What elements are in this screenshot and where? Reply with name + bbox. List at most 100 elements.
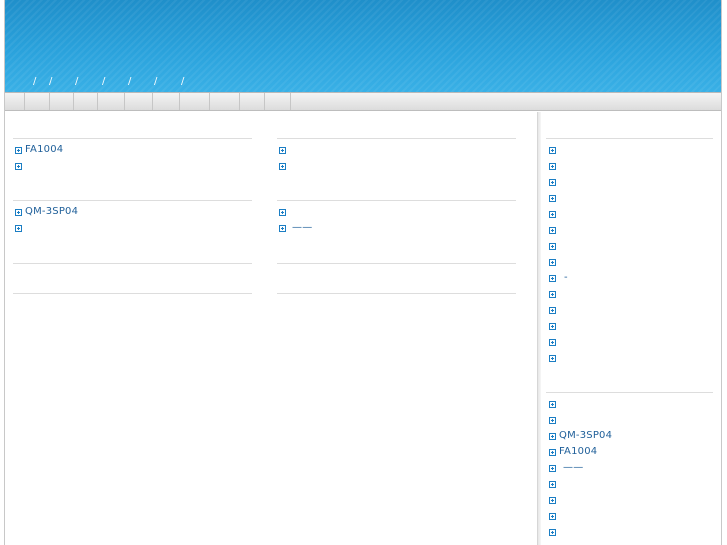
list-item[interactable] (549, 287, 559, 301)
list-item-label[interactable]: - (564, 271, 568, 285)
plus-square-icon (549, 258, 556, 266)
section-divider (13, 138, 252, 139)
list-item[interactable] (549, 319, 559, 333)
section-divider (13, 293, 252, 294)
nav-item[interactable] (180, 93, 210, 110)
column-divider (537, 112, 541, 545)
list-item[interactable] (549, 303, 559, 317)
list-item[interactable] (549, 239, 559, 253)
list-item-label[interactable]: QM-3SP04 (25, 205, 78, 219)
plus-square-icon (549, 274, 556, 282)
nav-item[interactable] (98, 93, 125, 110)
plus-square-icon (549, 400, 556, 408)
nav-item[interactable] (265, 93, 291, 110)
nav-item[interactable] (5, 93, 25, 110)
list-item[interactable]: QM-3SP04 (15, 205, 78, 219)
plus-square-icon (549, 210, 556, 218)
plus-square-icon (15, 162, 22, 170)
main-nav-bar (5, 92, 721, 111)
list-item-label[interactable]: —— (292, 221, 312, 235)
list-item[interactable] (549, 159, 559, 173)
plus-square-icon (549, 194, 556, 202)
nav-item[interactable] (240, 93, 265, 110)
nav-item[interactable] (125, 93, 153, 110)
plus-square-icon (279, 146, 286, 154)
breadcrumb-separator: / (75, 76, 79, 87)
nav-item[interactable] (74, 93, 98, 110)
plus-square-icon (549, 338, 556, 346)
plus-square-icon (549, 416, 556, 424)
plus-square-icon (549, 146, 556, 154)
plus-square-icon (15, 146, 22, 154)
list-item[interactable] (15, 159, 25, 173)
breadcrumb-separator: / (49, 76, 53, 87)
plus-square-icon (549, 290, 556, 298)
plus-square-icon (549, 528, 556, 536)
plus-square-icon (549, 512, 556, 520)
plus-square-icon (549, 432, 556, 440)
plus-square-icon (549, 496, 556, 504)
list-item[interactable] (549, 191, 559, 205)
list-item[interactable] (279, 143, 289, 157)
list-item[interactable]: - (549, 271, 568, 285)
list-item[interactable] (549, 413, 559, 427)
list-item[interactable] (279, 205, 289, 219)
plus-square-icon (279, 208, 286, 216)
nav-item[interactable] (50, 93, 74, 110)
list-item[interactable]: FA1004 (549, 445, 597, 459)
list-item[interactable] (549, 493, 559, 507)
list-item-label[interactable]: —— (563, 461, 583, 475)
plus-square-icon (279, 224, 286, 232)
breadcrumb: / / / / / / / (5, 75, 721, 89)
breadcrumb-separator: / (128, 76, 132, 87)
plus-square-icon (549, 448, 556, 456)
section-divider (277, 293, 516, 294)
plus-square-icon (549, 322, 556, 330)
list-item[interactable] (15, 221, 25, 235)
plus-square-icon (15, 224, 22, 232)
plus-square-icon (549, 242, 556, 250)
list-item[interactable] (549, 255, 559, 269)
list-item[interactable]: —— (549, 461, 583, 475)
plus-square-icon (549, 226, 556, 234)
breadcrumb-separator: / (102, 76, 106, 87)
list-item[interactable] (549, 509, 559, 523)
list-item[interactable] (549, 175, 559, 189)
list-item[interactable] (549, 525, 559, 539)
list-item-label[interactable]: QM-3SP04 (559, 429, 612, 443)
section-divider (277, 263, 516, 264)
list-item[interactable] (549, 223, 559, 237)
list-item[interactable]: FA1004 (15, 143, 63, 157)
nav-item[interactable] (153, 93, 180, 110)
breadcrumb-separator: / (33, 76, 37, 87)
section-divider (277, 138, 516, 139)
plus-square-icon (549, 178, 556, 186)
list-item-label[interactable]: FA1004 (559, 445, 597, 459)
list-item[interactable]: —— (279, 221, 312, 235)
plus-square-icon (549, 306, 556, 314)
list-item[interactable] (549, 477, 559, 491)
breadcrumb-separator: / (181, 76, 185, 87)
plus-square-icon (279, 162, 286, 170)
list-item[interactable]: QM-3SP04 (549, 429, 612, 443)
section-divider (13, 200, 252, 201)
breadcrumb-separator: / (154, 76, 158, 87)
list-item[interactable] (549, 351, 559, 365)
list-item[interactable] (549, 397, 559, 411)
plus-square-icon (549, 464, 556, 472)
section-divider (13, 263, 252, 264)
plus-square-icon (15, 208, 22, 216)
plus-square-icon (549, 354, 556, 362)
plus-square-icon (549, 480, 556, 488)
list-item[interactable] (279, 159, 289, 173)
nav-item[interactable] (210, 93, 240, 110)
list-item[interactable] (549, 143, 559, 157)
list-item-label[interactable]: FA1004 (25, 143, 63, 157)
section-divider (277, 200, 516, 201)
section-divider (546, 392, 713, 393)
list-item[interactable] (549, 207, 559, 221)
plus-square-icon (549, 162, 556, 170)
section-divider (546, 138, 713, 139)
nav-item[interactable] (25, 93, 50, 110)
list-item[interactable] (549, 335, 559, 349)
